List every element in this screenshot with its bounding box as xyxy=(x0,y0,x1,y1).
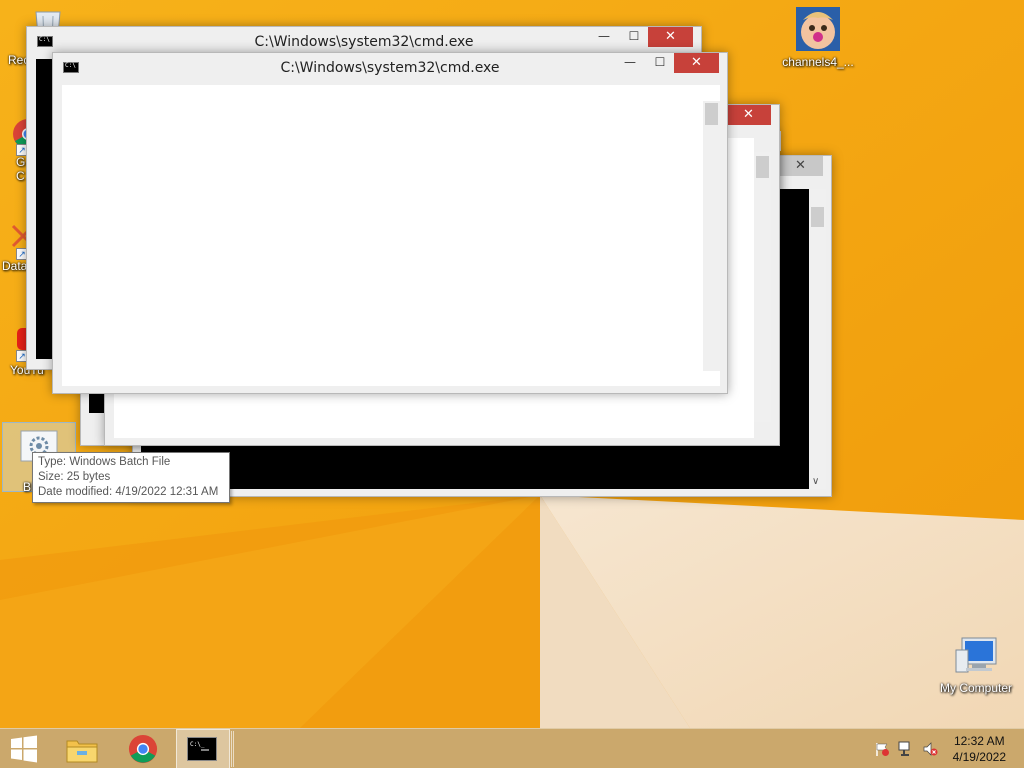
file-explorer-icon xyxy=(66,740,98,763)
tooltip-type: Type: Windows Batch File xyxy=(38,456,171,468)
close-button[interactable]: ✕ xyxy=(778,156,823,176)
file-info-tooltip: Type: Windows Batch File Size: 25 bytes … xyxy=(32,452,230,503)
computer-icon xyxy=(955,637,997,673)
minimize-button[interactable]: — xyxy=(591,27,617,47)
maximize-button[interactable]: ☐ xyxy=(621,27,647,47)
tooltip-date-modified: Date modified: 4/19/2022 12:31 AM xyxy=(38,486,219,498)
cmd-window-front[interactable]: C:\Windows\system32\cmd.exe — ☐ ✕ xyxy=(52,52,728,394)
close-button[interactable]: ✕ xyxy=(648,27,693,47)
taskbar-stack-edge xyxy=(231,731,234,767)
taskbar-file-explorer[interactable] xyxy=(55,729,109,768)
desktop-icon-label: My Computer xyxy=(939,681,1013,695)
chrome-icon xyxy=(128,734,158,764)
console-area[interactable] xyxy=(62,85,720,386)
network-icon[interactable] xyxy=(898,741,914,757)
scrollbar-thumb[interactable] xyxy=(811,207,824,227)
close-button[interactable]: ✕ xyxy=(674,53,719,73)
svg-text:C:\_: C:\_ xyxy=(190,741,205,748)
scroll-down-arrow-icon[interactable]: ∨ xyxy=(812,476,819,487)
taskbar-chrome[interactable] xyxy=(116,729,170,768)
desktop-icon-label: channels4_... xyxy=(782,55,854,69)
desktop-icon-channels4-image[interactable]: channels4_... xyxy=(778,6,858,69)
scrollbar-thumb[interactable] xyxy=(705,103,718,125)
system-clock[interactable]: 12:32 AM 4/19/2022 xyxy=(953,733,1006,765)
vertical-scrollbar[interactable]: ∨ xyxy=(809,189,826,489)
image-thumbnail-icon xyxy=(796,7,840,51)
volume-muted-icon[interactable] xyxy=(922,741,938,757)
scrollbar-thumb[interactable] xyxy=(756,156,769,178)
action-center-flag-icon[interactable] xyxy=(874,741,890,757)
minimize-button[interactable]: — xyxy=(617,53,643,73)
start-button[interactable] xyxy=(0,729,54,768)
taskbar-cmd[interactable]: C:\_ xyxy=(176,729,230,768)
clock-date: 4/19/2022 xyxy=(952,750,1006,764)
clock-time: 12:32 AM xyxy=(953,734,1005,748)
vertical-scrollbar[interactable] xyxy=(703,101,720,371)
vertical-scrollbar[interactable] xyxy=(754,152,771,422)
maximize-button[interactable]: ☐ xyxy=(647,53,673,73)
desktop-icon-my-computer[interactable]: My Computer xyxy=(934,634,1018,695)
cmd-icon: C:\_ xyxy=(187,737,217,761)
start-icon xyxy=(11,735,37,763)
taskbar: C:\_ 12:32 AM 4/19/2022 xyxy=(0,728,1024,768)
title-bar[interactable]: C:\Windows\system32\cmd.exe — ☐ ✕ xyxy=(53,53,727,83)
close-button[interactable]: ✕ xyxy=(726,105,771,125)
tooltip-size: Size: 25 bytes xyxy=(38,471,111,483)
